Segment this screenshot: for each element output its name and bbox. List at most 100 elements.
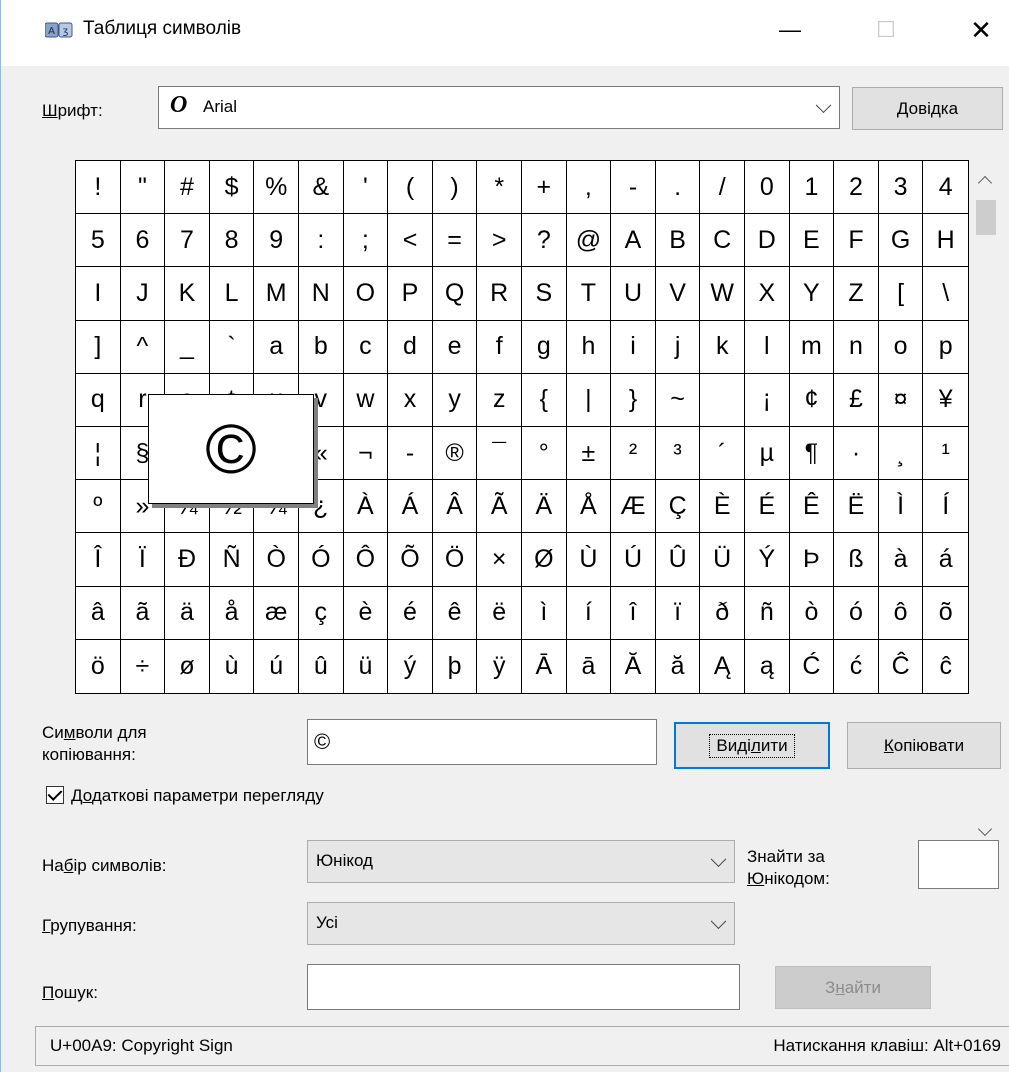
char-cell[interactable]: X (744, 267, 790, 321)
char-cell[interactable]: Ä (521, 480, 567, 534)
scroll-up-icon[interactable] (977, 175, 993, 191)
char-cell[interactable]: Q (432, 267, 478, 321)
grouping-dropdown[interactable]: Усі (307, 902, 735, 945)
char-cell[interactable]: Ø (521, 533, 567, 587)
char-cell[interactable]: ê (432, 586, 478, 640)
char-cell[interactable]: ĉ (923, 640, 968, 693)
char-cell[interactable]: P (388, 267, 433, 321)
char-cell[interactable]: Þ (789, 533, 835, 587)
char-cell[interactable]: ( (388, 161, 433, 215)
char-cell[interactable]: Ë (834, 480, 879, 534)
char-cell[interactable]: D (744, 214, 790, 268)
char-cell[interactable]: e (432, 320, 478, 374)
char-cell[interactable]: > (477, 214, 522, 268)
char-cell[interactable]: | (566, 373, 612, 427)
char-cell[interactable]: þ (433, 639, 478, 693)
char-cell[interactable]: à (878, 533, 924, 587)
char-cell[interactable]: ³ (655, 427, 701, 481)
char-cell[interactable]: ÷ (121, 639, 166, 693)
char-cell[interactable]: ã (120, 586, 166, 640)
char-cell[interactable]: < (388, 214, 433, 268)
char-cell[interactable]: " (120, 161, 166, 215)
char-cell[interactable]: ă (656, 639, 701, 693)
char-cell[interactable]: Ü (700, 533, 745, 587)
char-cell[interactable]: [ (878, 267, 924, 321)
char-cell[interactable]: . (655, 161, 701, 215)
char-cell[interactable]: Y (789, 267, 835, 321)
char-cell[interactable]: Æ (611, 480, 656, 534)
char-cell[interactable]: 6 (120, 214, 166, 268)
char-cell[interactable]: ú (254, 639, 299, 693)
char-cell[interactable]: é (388, 586, 433, 640)
char-cell[interactable]: ä (165, 586, 210, 640)
char-cell[interactable]: Ú (611, 533, 656, 587)
char-cell[interactable]: æ (254, 586, 299, 640)
char-cell[interactable]: W (700, 267, 745, 321)
char-cell[interactable]: µ (744, 427, 790, 481)
char-cell[interactable]: m (789, 320, 835, 374)
char-cell[interactable]: Ê (789, 480, 835, 534)
unicode-find-input[interactable] (918, 840, 999, 889)
char-cell[interactable]: ¹ (923, 427, 968, 481)
char-cell[interactable]: b (298, 320, 344, 374)
charset-dropdown[interactable]: Юнікод (307, 840, 735, 883)
char-cell[interactable]: 0 (744, 161, 790, 215)
char-cell[interactable]: U (611, 267, 656, 321)
char-cell[interactable]: I (76, 267, 121, 321)
char-cell[interactable]: # (165, 161, 210, 215)
char-cell[interactable]: ² (611, 427, 656, 481)
char-cell[interactable]: Ý (744, 533, 790, 587)
char-cell[interactable]: û (299, 639, 344, 693)
char-cell[interactable]: ą (745, 639, 790, 693)
char-cell[interactable]: õ (923, 587, 968, 640)
char-cell[interactable]: å (209, 586, 255, 640)
char-cell[interactable]: d (388, 320, 433, 374)
char-cell[interactable]: V (655, 267, 701, 321)
char-cell[interactable]: l (744, 320, 790, 374)
char-cell[interactable]: À (343, 480, 389, 534)
char-cell[interactable]: % (254, 161, 299, 215)
char-cell[interactable]: ë (477, 586, 522, 640)
scroll-down-icon[interactable] (977, 821, 993, 837)
char-cell[interactable]: y (432, 373, 478, 427)
char-cell[interactable]: Õ (388, 533, 433, 587)
copy-button[interactable]: Копіювати (847, 722, 1001, 769)
char-cell[interactable]: ¦ (76, 427, 121, 481)
char-cell[interactable]: j (655, 320, 701, 374)
char-cell[interactable]: × (477, 533, 522, 587)
char-cell[interactable]: ï (655, 586, 701, 640)
char-cell[interactable]: 2 (834, 161, 879, 215)
char-cell[interactable]: \ (923, 267, 968, 321)
char-cell[interactable]: n (834, 320, 879, 374)
char-cell[interactable]: Ö (432, 533, 478, 587)
char-cell[interactable]: ) (432, 161, 478, 215)
char-cell[interactable]: H (923, 214, 968, 268)
char-cell[interactable]: M (254, 267, 299, 321)
char-cell[interactable]: + (521, 161, 567, 215)
search-find-button[interactable]: Знайти (775, 966, 931, 1009)
char-cell[interactable]: E (789, 214, 835, 268)
char-cell[interactable]: p (923, 321, 968, 374)
char-cell[interactable]: ó (834, 586, 879, 640)
char-cell[interactable]: L (209, 267, 255, 321)
char-cell[interactable]: ] (76, 320, 121, 374)
char-cell[interactable]: ¸ (878, 427, 924, 481)
char-cell[interactable]: * (477, 161, 522, 215)
char-cell[interactable]: ~ (655, 373, 701, 427)
char-cell[interactable]: G (878, 214, 924, 268)
char-cell[interactable]: i (611, 320, 656, 374)
char-cell[interactable]: è (343, 586, 389, 640)
char-cell[interactable]: 4 (923, 161, 968, 215)
char-cell[interactable]: ÿ (477, 639, 522, 693)
scroll-thumb[interactable] (976, 200, 996, 235)
char-cell[interactable]: ç (298, 586, 344, 640)
char-cell[interactable]: á (923, 533, 968, 587)
char-cell[interactable]: í (566, 586, 612, 640)
char-cell[interactable]: 8 (209, 214, 255, 268)
char-cell[interactable]: ì (521, 586, 567, 640)
char-cell[interactable]: Ò (254, 533, 299, 587)
char-cell[interactable]: Ã (477, 480, 522, 534)
char-cell[interactable]: ^ (120, 320, 166, 374)
char-cell[interactable]: } (611, 373, 656, 427)
char-cell[interactable]: q (76, 373, 121, 427)
